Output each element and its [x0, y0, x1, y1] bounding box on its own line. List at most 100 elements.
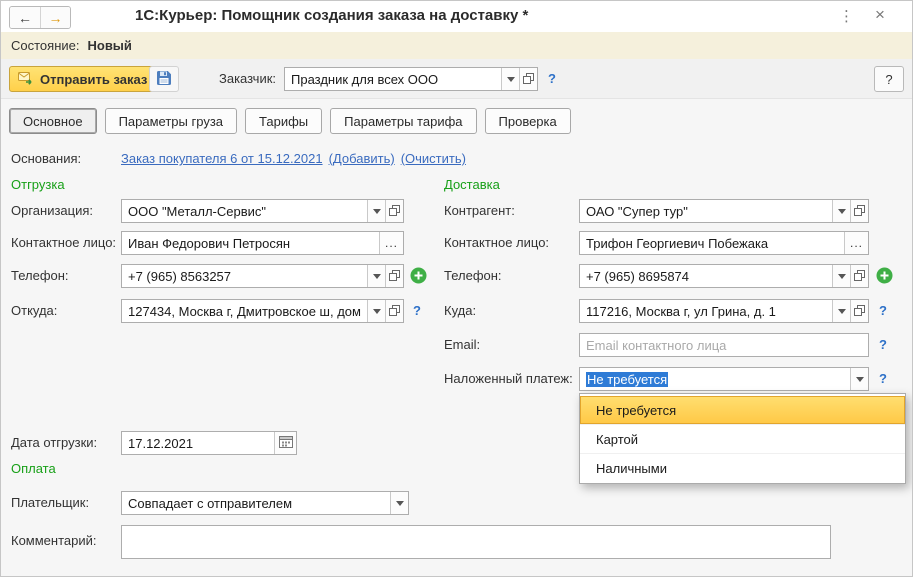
delivery-contact-field[interactable]: Трифон Георгиевич Побежака ...	[579, 231, 869, 255]
cod-dropdown-button[interactable]	[850, 368, 868, 390]
cod-dropdown-list: Не требуется Картой Наличными	[579, 393, 906, 484]
to-address-field[interactable]: 117216, Москва г, ул Грина, д. 1	[579, 299, 869, 323]
cod-option-card[interactable]: Картой	[580, 425, 905, 454]
counterparty-dropdown-button[interactable]	[832, 200, 850, 222]
email-label: Email:	[444, 337, 480, 352]
customer-open-button[interactable]	[519, 68, 537, 90]
chevron-down-icon	[373, 309, 381, 314]
from-address-field[interactable]: 127434, Москва г, Дмитровское ш, дом	[121, 299, 404, 323]
basis-document-link[interactable]: Заказ покупателя 6 от 15.12.2021	[121, 151, 323, 166]
delivery-contact-value: Трифон Георгиевич Побежака	[580, 236, 844, 251]
tab-cargo-params[interactable]: Параметры груза	[105, 108, 237, 134]
calendar-icon	[279, 435, 293, 451]
toolbar: Отправить заказ Заказчик: Праздник для в…	[1, 59, 912, 99]
more-menu-icon[interactable]: ⋮	[839, 7, 854, 25]
to-address-label: Куда:	[444, 303, 476, 318]
cod-option-cash[interactable]: Наличными	[580, 454, 905, 483]
back-button[interactable]: ←	[10, 7, 40, 28]
comment-field[interactable]	[121, 525, 831, 559]
customer-dropdown-button[interactable]	[501, 68, 519, 90]
organization-label: Организация:	[11, 203, 93, 218]
basis-add-link[interactable]: (Добавить)	[329, 151, 395, 166]
delivery-contact-choose-button[interactable]: ...	[844, 232, 868, 254]
tab-tariff-params[interactable]: Параметры тарифа	[330, 108, 476, 134]
close-icon[interactable]: ×	[875, 5, 885, 25]
back-arrow-icon: ←	[18, 10, 32, 26]
from-address-open-button[interactable]	[385, 300, 403, 322]
delivery-phone-open-button[interactable]	[850, 265, 868, 287]
chevron-down-icon	[396, 501, 404, 506]
counterparty-open-button[interactable]	[850, 200, 868, 222]
to-address-dropdown-button[interactable]	[832, 300, 850, 322]
open-icon	[854, 269, 865, 284]
email-placeholder: Email контактного лица	[580, 338, 868, 353]
calendar-button[interactable]	[274, 432, 296, 454]
from-address-help-link[interactable]: ?	[413, 303, 421, 318]
from-address-value: 127434, Москва г, Дмитровское ш, дом	[122, 304, 367, 319]
chevron-down-icon	[838, 309, 846, 314]
tab-bar: Основное Параметры груза Тарифы Параметр…	[9, 108, 571, 134]
send-order-label: Отправить заказ	[40, 72, 147, 87]
tab-check[interactable]: Проверка	[485, 108, 571, 134]
customer-field[interactable]: Праздник для всех ООО	[284, 67, 538, 91]
cod-value-wrap: Не требуется	[580, 372, 850, 387]
window-help-button[interactable]: ?	[874, 66, 904, 92]
to-address-open-button[interactable]	[850, 300, 868, 322]
open-icon	[389, 204, 400, 219]
shipping-date-value: 17.12.2021	[122, 436, 274, 451]
customer-label: Заказчик:	[219, 71, 276, 86]
save-button[interactable]	[149, 66, 179, 92]
shipment-contact-field[interactable]: Иван Федорович Петросян ...	[121, 231, 404, 255]
shipping-date-label: Дата отгрузки:	[11, 435, 97, 450]
send-order-button[interactable]: Отправить заказ	[9, 66, 160, 92]
tab-tariffs[interactable]: Тарифы	[245, 108, 322, 134]
counterparty-field[interactable]: ОАО "Супер тур"	[579, 199, 869, 223]
from-address-dropdown-button[interactable]	[367, 300, 385, 322]
from-address-label: Откуда:	[11, 303, 57, 318]
delivery-phone-dropdown-button[interactable]	[832, 265, 850, 287]
customer-value: Праздник для всех ООО	[285, 72, 501, 87]
organization-value: ООО "Металл-Сервис"	[122, 204, 367, 219]
shipment-contact-value: Иван Федорович Петросян	[122, 236, 379, 251]
status-value: Новый	[87, 38, 131, 53]
organization-open-button[interactable]	[385, 200, 403, 222]
chevron-down-icon	[507, 77, 515, 82]
to-address-help-link[interactable]: ?	[879, 303, 887, 318]
cod-help-link[interactable]: ?	[879, 371, 887, 386]
basis-clear-link[interactable]: (Очистить)	[401, 151, 466, 166]
shipping-date-field[interactable]: 17.12.2021	[121, 431, 297, 455]
cod-value: Не требуется	[586, 372, 668, 387]
history-nav-group: ← →	[9, 6, 71, 29]
status-label: Состояние:	[11, 38, 79, 53]
open-icon	[523, 72, 534, 87]
shipment-contact-choose-button[interactable]: ...	[379, 232, 403, 254]
organization-field[interactable]: ООО "Металл-Сервис"	[121, 199, 404, 223]
add-delivery-phone-button[interactable]	[876, 267, 893, 284]
shipment-phone-dropdown-button[interactable]	[367, 265, 385, 287]
add-shipment-phone-button[interactable]	[410, 267, 427, 284]
shipment-contact-label: Контактное лицо:	[11, 235, 116, 250]
cod-option-not-required[interactable]: Не требуется	[580, 396, 905, 425]
counterparty-value: ОАО "Супер тур"	[580, 204, 832, 219]
email-help-link[interactable]: ?	[879, 337, 887, 352]
payer-field[interactable]: Совпадает с отправителем	[121, 491, 409, 515]
shipment-phone-open-button[interactable]	[385, 265, 403, 287]
basis-links: Заказ покупателя 6 от 15.12.2021 (Добави…	[121, 151, 466, 166]
to-address-value: 117216, Москва г, ул Грина, д. 1	[580, 304, 832, 319]
delivery-phone-value: +7 (965) 8695874	[580, 269, 832, 284]
tab-main[interactable]: Основное	[9, 108, 97, 134]
delivery-section-title: Доставка	[444, 177, 500, 192]
chevron-down-icon	[373, 209, 381, 214]
customer-help-link[interactable]: ?	[548, 71, 556, 86]
organization-dropdown-button[interactable]	[367, 200, 385, 222]
title-bar: ← → 1С:Курьер: Помощник создания заказа …	[1, 1, 912, 32]
payer-dropdown-button[interactable]	[390, 492, 408, 514]
cod-field[interactable]: Не требуется	[579, 367, 869, 391]
forward-button[interactable]: →	[40, 7, 70, 28]
status-bar: Состояние: Новый	[1, 32, 912, 59]
shipment-phone-field[interactable]: +7 (965) 8563257	[121, 264, 404, 288]
save-icon	[156, 70, 172, 89]
delivery-phone-field[interactable]: +7 (965) 8695874	[579, 264, 869, 288]
email-field[interactable]: Email контактного лица	[579, 333, 869, 357]
basis-label: Основания:	[11, 151, 81, 166]
